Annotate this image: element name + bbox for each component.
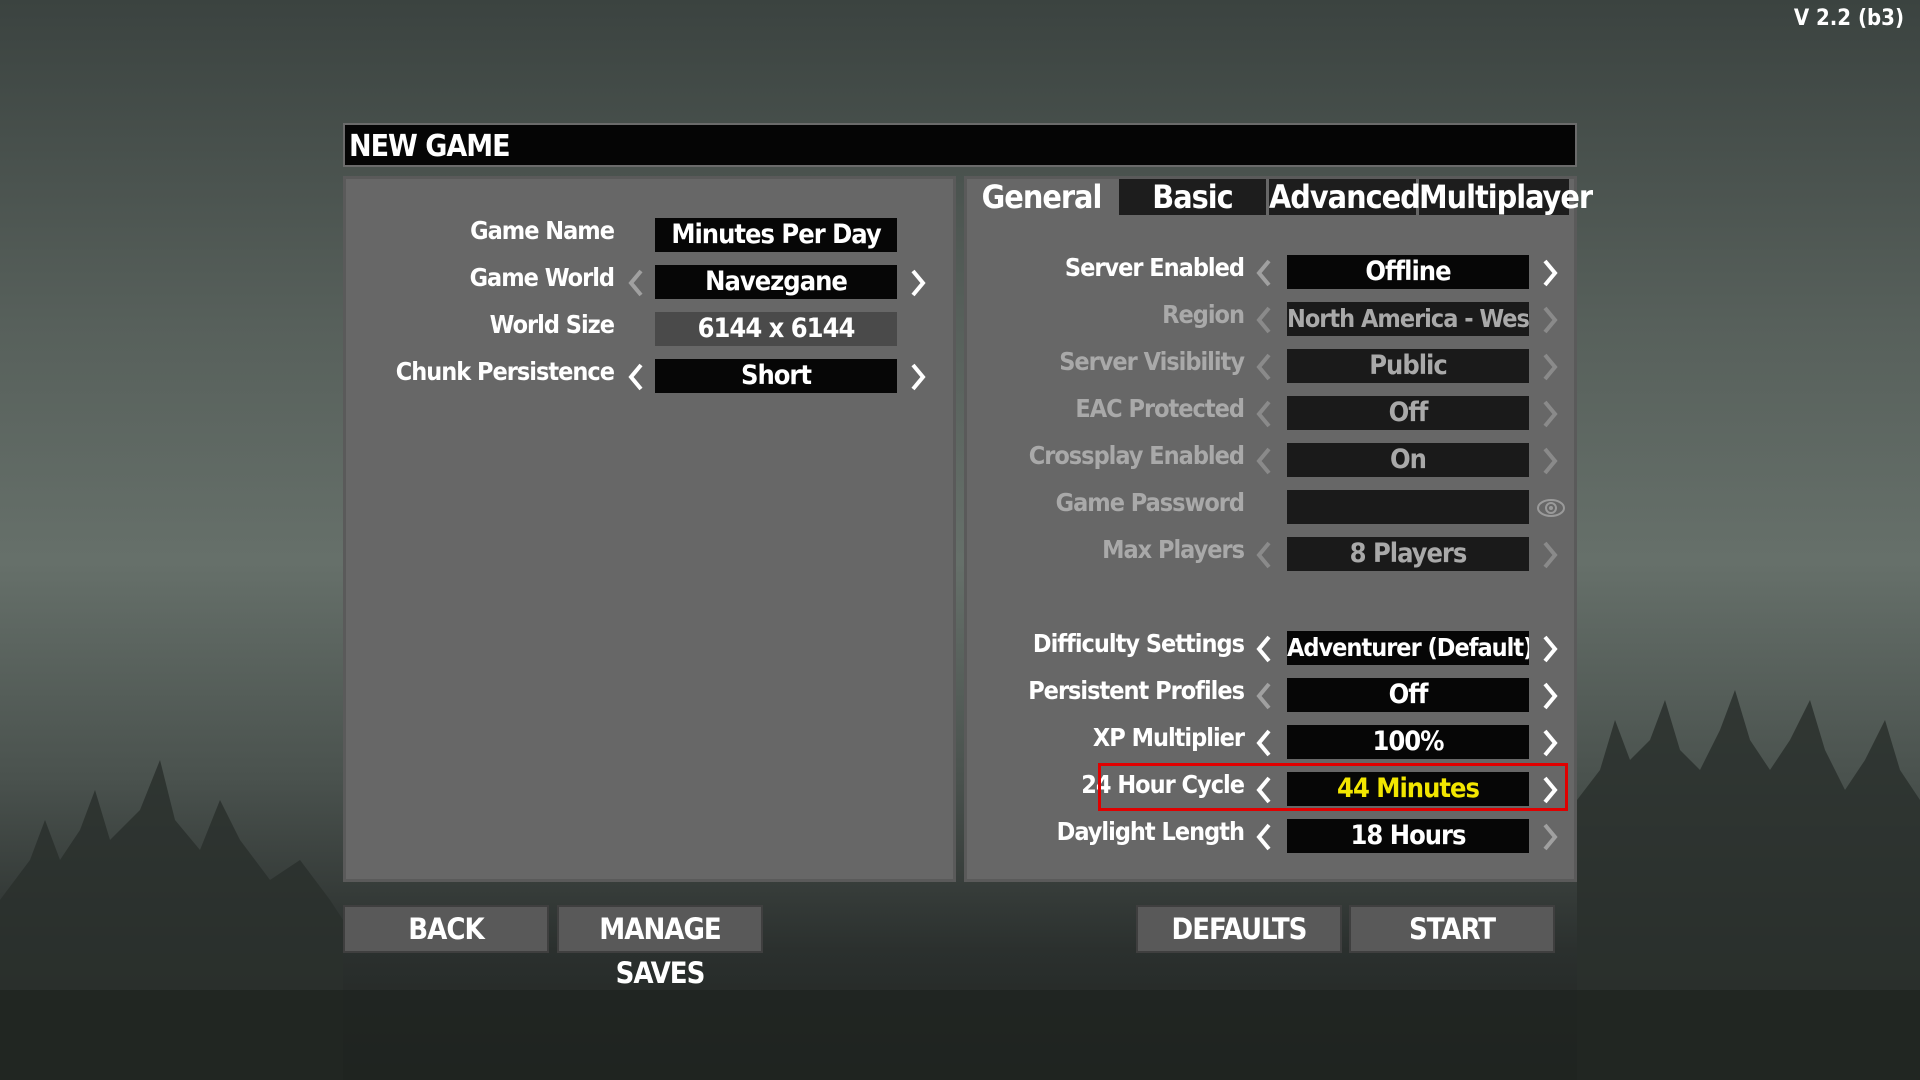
xp-multiplier-label: XP Multiplier — [1092, 723, 1245, 752]
chevron-left-icon[interactable] — [1250, 676, 1278, 716]
server-enabled-value: Offline — [1287, 255, 1529, 289]
chevron-left-icon — [1250, 394, 1278, 434]
daylight-length-label: Daylight Length — [1056, 817, 1245, 846]
defaults-button[interactable]: DEFAULTS — [1136, 905, 1342, 953]
max-players-value: 8 Players — [1287, 537, 1529, 571]
game-password-label: Game Password — [1055, 488, 1245, 517]
chevron-left-icon — [1250, 300, 1278, 340]
eac-protected-label: EAC Protected — [1075, 394, 1245, 423]
max-players-label: Max Players — [1102, 535, 1245, 564]
back-button[interactable]: BACK — [343, 905, 549, 953]
game-name-label: Game Name — [470, 216, 615, 245]
difficulty-settings-label: Difficulty Settings — [1032, 629, 1245, 658]
chevron-right-icon[interactable] — [1536, 629, 1564, 669]
region-value: North America - West — [1287, 302, 1529, 336]
chevron-right-icon — [1536, 394, 1564, 434]
chunk-persistence-label: Chunk Persistence — [395, 357, 615, 386]
tab-advanced[interactable]: Advanced — [1269, 179, 1421, 215]
persistent-profiles-value: Off — [1287, 678, 1529, 712]
chevron-left-icon[interactable] — [622, 263, 650, 303]
tab-general[interactable]: General — [967, 179, 1116, 215]
start-button[interactable]: START — [1349, 905, 1555, 953]
chevron-right-icon[interactable] — [1536, 817, 1564, 857]
manage-saves-button[interactable]: MANAGE SAVES — [557, 905, 763, 990]
chevron-left-icon[interactable] — [1250, 253, 1278, 293]
server-visibility-value: Public — [1287, 349, 1529, 383]
chevron-right-icon[interactable] — [1536, 723, 1564, 763]
world-size-value: 6144 x 6144 — [655, 312, 897, 346]
title-bar: NEW GAME — [343, 123, 1577, 167]
chevron-right-icon[interactable] — [904, 357, 932, 397]
game-password-field — [1287, 490, 1529, 524]
page-title: NEW GAME — [349, 129, 511, 164]
eac-protected-value: Off — [1287, 396, 1529, 430]
persistent-profiles-label: Persistent Profiles — [1028, 676, 1245, 705]
daylight-length-value: 18 Hours — [1287, 819, 1529, 853]
server-visibility-label: Server Visibility — [1059, 347, 1245, 376]
chevron-right-icon — [1536, 535, 1564, 575]
chunk-persistence-value: Short — [655, 359, 897, 393]
eye-icon — [1534, 488, 1568, 528]
crossplay-enabled-value: On — [1287, 443, 1529, 477]
chevron-right-icon — [1536, 441, 1564, 481]
chevron-left-icon[interactable] — [622, 357, 650, 397]
game-settings-panel: Game Name Minutes Per Day Game World Nav… — [343, 176, 956, 882]
chevron-left-icon[interactable] — [1250, 817, 1278, 857]
chevron-left-icon — [1250, 347, 1278, 387]
server-enabled-label: Server Enabled — [1064, 253, 1245, 282]
xp-multiplier-value: 100% — [1287, 725, 1529, 759]
chevron-left-icon[interactable] — [1250, 629, 1278, 669]
chevron-right-icon[interactable] — [1536, 676, 1564, 716]
highlight-box — [1098, 763, 1568, 811]
chevron-left-icon — [1250, 441, 1278, 481]
tab-basic[interactable]: Basic — [1119, 179, 1266, 215]
game-world-value: Navezgane — [655, 265, 897, 299]
game-name-input[interactable]: Minutes Per Day — [655, 218, 897, 252]
chevron-right-icon[interactable] — [904, 263, 932, 303]
world-size-label: World Size — [489, 310, 615, 339]
difficulty-settings-value: Adventurer (Default) — [1287, 631, 1529, 665]
region-label: Region — [1162, 300, 1245, 329]
chevron-left-icon — [1250, 535, 1278, 575]
crossplay-enabled-label: Crossplay Enabled — [1028, 441, 1245, 470]
version-label: V 2.2 (b3) — [1793, 6, 1904, 31]
game-world-label: Game World — [469, 263, 615, 292]
chevron-left-icon[interactable] — [1250, 723, 1278, 763]
tab-multiplayer[interactable]: Multiplayer — [1419, 179, 1593, 215]
chevron-right-icon — [1536, 347, 1564, 387]
chevron-right-icon[interactable] — [1536, 253, 1564, 293]
chevron-right-icon — [1536, 300, 1564, 340]
